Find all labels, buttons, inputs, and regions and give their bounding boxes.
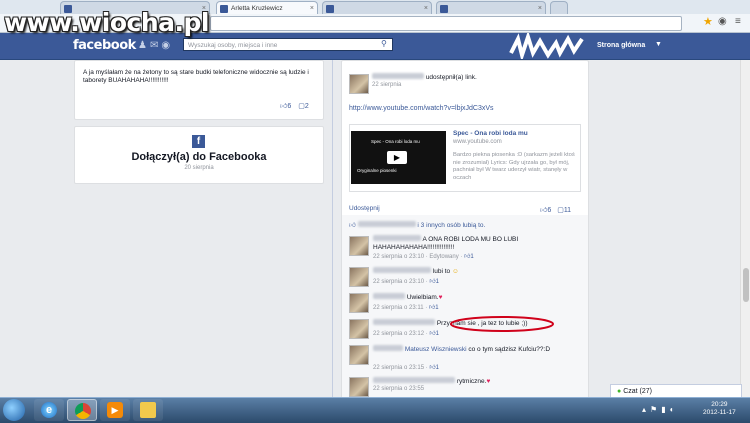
comment-icon[interactable]: ▢ <box>298 103 305 110</box>
online-status-icon: ● <box>617 388 622 395</box>
account-menu-icon[interactable]: ▼ <box>655 41 662 48</box>
heart-icon: ♥ <box>438 294 443 301</box>
internet-explorer-icon: e <box>41 402 57 418</box>
comment-item: Przyznam sie , ja tez to lubie ;)) 22 si… <box>349 316 587 343</box>
link-preview[interactable]: Spec - Ona robi loda mu ▶ Oryginalne pio… <box>349 124 581 192</box>
media-player-icon: ▶ <box>107 402 123 418</box>
facebook-top-bar: facebook ♟✉◉ Wyszukaj osoby, miejsca i i… <box>0 33 750 60</box>
notification-icons[interactable]: ♟✉◉ <box>138 40 173 51</box>
search-input[interactable]: Wyszukaj osoby, miejsca i inne <box>183 38 393 51</box>
close-tab-icon[interactable]: × <box>310 2 314 14</box>
scrollbar-thumb[interactable] <box>743 268 749 302</box>
comments-section: 👍︎ i 3 innych osób lubią to. A ONA ROBI … <box>342 215 588 397</box>
commenter-name[interactable] <box>373 377 455 383</box>
system-clock[interactable]: 20:29 2012-11-17 <box>703 401 736 417</box>
close-tab-icon[interactable]: × <box>538 2 542 14</box>
facebook-logo[interactable]: facebook <box>73 38 136 53</box>
video-title[interactable]: Spec - Ona robi loda mu <box>453 130 528 137</box>
comment-item: A ONA ROBI LODA MU BO LUBI HAHAHAHAHAHA!… <box>349 235 587 265</box>
commenter-avatar[interactable] <box>349 377 369 397</box>
heart-icon: ♥ <box>486 378 491 385</box>
left-post-card: A ja myślałam że na żetony to są stare b… <box>74 60 324 120</box>
facebook-favicon-icon <box>326 5 334 13</box>
like-icon: 👍︎ <box>349 222 356 229</box>
smile-emoticon-icon: ☺ <box>451 268 459 275</box>
post-header: udostępnił(a) link. <box>372 73 477 81</box>
wrench-menu-icon[interactable]: ≡ <box>735 16 741 27</box>
browser-tab-active[interactable]: Arletta Kruzlewicz × <box>216 1 318 14</box>
shared-link-post: udostępnił(a) link. 22 sierpnia http://w… <box>341 60 589 397</box>
video-thumbnail[interactable]: Spec - Ona robi loda mu ▶ Oryginalne pio… <box>351 131 446 184</box>
left-post-text: A ja myślałam że na żetony to są stare b… <box>83 69 309 84</box>
facebook-favicon-icon <box>220 5 228 13</box>
censor-scribble <box>509 33 584 59</box>
timeline-divider <box>332 60 333 397</box>
commenter-name[interactable] <box>373 293 405 299</box>
browser-tab-3[interactable]: × <box>322 1 432 14</box>
folder-icon <box>140 402 156 418</box>
commenter-avatar[interactable] <box>349 293 369 313</box>
commenter-name[interactable] <box>373 267 431 273</box>
taskbar-media-player[interactable]: ▶ <box>100 399 130 421</box>
joined-date: 20 sierpnia <box>184 165 214 171</box>
page-scrollbar[interactable] <box>740 60 750 397</box>
taskbar-explorer[interactable] <box>133 399 163 421</box>
facebook-favicon-icon <box>440 5 448 13</box>
post-url-link[interactable]: http://www.youtube.com/watch?v=lbjxJdC3x… <box>349 105 494 112</box>
facebook-f-icon: f <box>192 135 205 148</box>
taskbar-ie[interactable]: e <box>34 399 64 421</box>
timeline-page: A ja myślałam że na żetony to są stare b… <box>0 60 740 397</box>
video-description: Bardzo piekna piosenka :D (sarkazm jeżel… <box>453 152 575 181</box>
close-tab-icon[interactable]: × <box>424 2 428 14</box>
start-button-icon[interactable] <box>3 399 25 421</box>
commenter-avatar[interactable] <box>349 267 369 287</box>
comment-item: Uwielbiam.♥ 22 sierpnia o 23:11 · 👍︎1 <box>349 293 587 317</box>
new-tab-button[interactable] <box>550 1 568 14</box>
comment-item: rytmiczne.♥ 22 sierpnia o 23:55 <box>349 377 587 397</box>
likes-summary: 👍︎ i 3 innych osób lubią to. <box>349 221 486 229</box>
joined-facebook-card: f Dołączył(a) do Facebooka 20 sierpnia <box>74 126 324 184</box>
taskbar-chrome[interactable] <box>67 399 97 421</box>
comment-item: Mateusz Wiszniewski co o tym sądzisz Kuf… <box>349 345 587 375</box>
commenter-name[interactable]: Mateusz Wiszniewski <box>405 346 467 353</box>
commenter-avatar[interactable] <box>349 319 369 339</box>
star-bookmark-icon[interactable]: ★ <box>703 15 713 28</box>
post-date[interactable]: 22 sierpnia <box>372 82 401 88</box>
chrome-icon <box>75 403 91 419</box>
author-avatar[interactable] <box>349 74 369 94</box>
left-post-counters: 👍︎6 ▢2 <box>280 103 309 110</box>
author-name[interactable] <box>372 73 424 79</box>
post-counters: 👍︎6 ▢11 <box>540 207 572 214</box>
commenter-avatar[interactable] <box>349 345 369 365</box>
play-icon[interactable]: ▶ <box>387 151 407 164</box>
comment-icon[interactable]: ▢ <box>557 207 564 214</box>
system-tray-icons[interactable]: ▴⚑▮◐ <box>642 405 678 414</box>
url-field[interactable] <box>210 16 682 31</box>
commenter-name[interactable] <box>373 319 435 325</box>
search-icon[interactable]: ⚲ <box>381 39 392 50</box>
commenter-name[interactable] <box>373 235 421 241</box>
extension-icon[interactable]: ◉ <box>718 16 727 27</box>
video-domain: www.youtube.com <box>453 139 502 145</box>
commenter-avatar[interactable] <box>349 236 369 256</box>
home-link[interactable]: Strona główna <box>597 42 645 49</box>
highlight-ellipse <box>450 316 554 332</box>
share-link[interactable]: Udostępnij <box>349 205 380 212</box>
browser-tab-4[interactable]: × <box>436 1 546 14</box>
windows-taskbar: e ▶ ▴⚑▮◐ 20:29 2012-11-17 <box>0 397 750 423</box>
comment-item: lubi to ☺ 22 sierpnia o 23:10 · 👍︎1 <box>349 267 587 291</box>
joined-title: Dołączył(a) do Facebooka <box>131 151 267 163</box>
site-watermark: www.wiocha.pl <box>4 8 209 37</box>
